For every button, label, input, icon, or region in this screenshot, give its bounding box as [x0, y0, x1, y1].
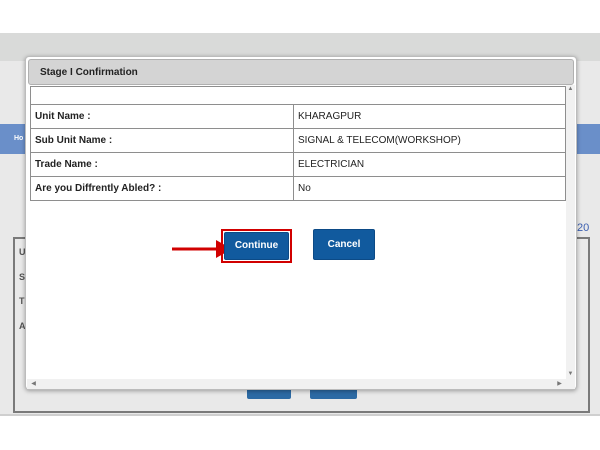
row-label: Are you Diffrently Abled? : [31, 177, 294, 200]
table-row: Are you Diffrently Abled? : No [31, 176, 565, 200]
bottom-line [0, 414, 600, 416]
scroll-left-icon[interactable]: ◀ [29, 379, 38, 389]
confirmation-table: Unit Name : KHARAGPUR Sub Unit Name : SI… [30, 86, 566, 201]
scroll-up-icon[interactable]: ▲ [566, 85, 575, 94]
row-label: Sub Unit Name : [31, 129, 294, 152]
dialog-body: Unit Name : KHARAGPUR Sub Unit Name : SI… [27, 85, 575, 389]
table-row: Trade Name : ELECTRICIAN [31, 152, 565, 176]
row-label: Trade Name : [31, 153, 294, 176]
row-label: Unit Name : [31, 105, 294, 128]
background-button[interactable] [310, 390, 357, 399]
continue-highlight: Continue [221, 229, 292, 263]
confirmation-dialog: Stage I Confirmation Unit Name : KHARAGP… [25, 56, 577, 390]
row-value: No [298, 183, 311, 194]
dialog-header: Stage I Confirmation [28, 59, 574, 85]
row-value: SIGNAL & TELECOM(WORKSHOP) [298, 135, 461, 146]
background-number: 20 [577, 222, 590, 234]
continue-button[interactable]: Continue [224, 232, 289, 260]
dialog-title: Stage I Confirmation [40, 67, 138, 78]
background-button[interactable] [247, 390, 291, 399]
row-value: KHARAGPUR [298, 111, 362, 122]
row-value: ELECTRICIAN [298, 159, 365, 170]
vertical-scrollbar[interactable]: ▲ ▼ [566, 85, 575, 389]
scroll-down-icon[interactable]: ▼ [566, 370, 575, 379]
table-header-row [31, 87, 565, 104]
table-row: Unit Name : KHARAGPUR [31, 104, 565, 128]
table-row: Sub Unit Name : SIGNAL & TELECOM(WORKSHO… [31, 128, 565, 152]
horizontal-scrollbar[interactable]: ◀ ▶ [27, 379, 566, 389]
scroll-right-icon[interactable]: ▶ [555, 379, 564, 389]
cancel-button[interactable]: Cancel [313, 229, 375, 260]
